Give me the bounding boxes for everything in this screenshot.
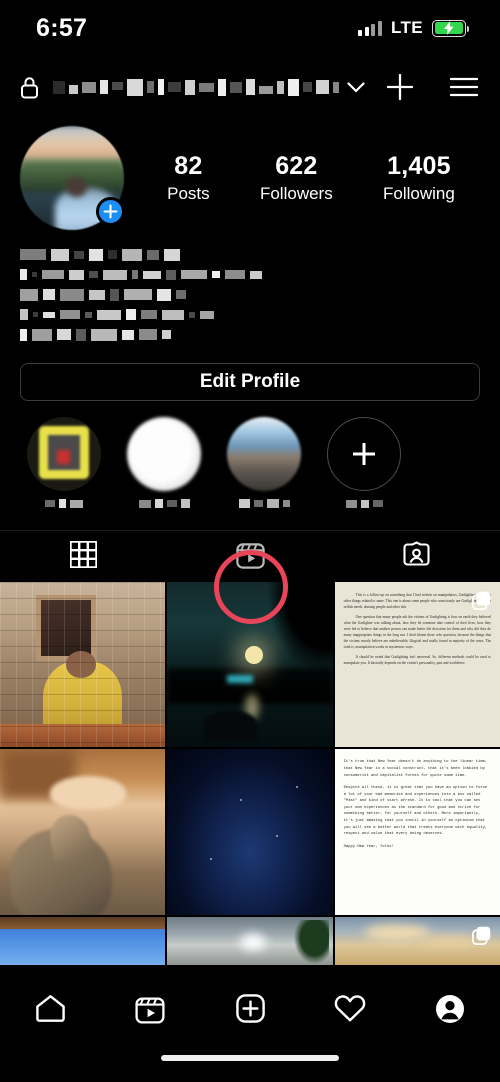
status-bar-clock: 6:57 bbox=[36, 13, 88, 42]
profile-person-icon bbox=[435, 994, 465, 1029]
tagged-tab[interactable] bbox=[333, 531, 500, 582]
private-account-lock-icon bbox=[20, 76, 39, 99]
nav-reels[interactable] bbox=[100, 994, 200, 1029]
highlight-1-cover bbox=[27, 417, 101, 491]
post-text-paragraph: One question that many people ask the vi… bbox=[343, 615, 491, 649]
profile-bio-redacted bbox=[0, 230, 500, 341]
following-count: 1,405 bbox=[387, 152, 451, 181]
highlight-2-label-redacted bbox=[138, 499, 190, 508]
profile-tab-bar bbox=[0, 530, 500, 582]
following-label: Following bbox=[383, 183, 455, 203]
highlight-2-cover bbox=[127, 417, 201, 491]
edit-profile-button[interactable]: Edit Profile bbox=[20, 363, 480, 401]
reels-icon bbox=[235, 540, 265, 574]
stat-followers[interactable]: 622 Followers bbox=[260, 152, 333, 204]
followers-label: Followers bbox=[259, 183, 333, 203]
bio-line bbox=[20, 248, 480, 261]
new-highlight-label-redacted bbox=[345, 499, 383, 508]
profile-avatar[interactable] bbox=[20, 126, 125, 230]
post-sunset-clouds[interactable] bbox=[334, 916, 500, 965]
highlight-1[interactable] bbox=[14, 417, 114, 508]
new-highlight-plus-icon bbox=[327, 417, 401, 491]
carousel-indicator-icon bbox=[472, 926, 491, 950]
add-story-plus-icon[interactable] bbox=[96, 197, 125, 226]
post-moonlit-backwater[interactable] bbox=[167, 582, 333, 748]
profile-summary: 82 Posts 622 Followers 1,405 Following bbox=[0, 118, 500, 230]
highlight-3[interactable] bbox=[214, 417, 314, 508]
post-night-sky[interactable] bbox=[167, 749, 333, 915]
post-new-year-text[interactable]: It's true that New Year doesn't do anyth… bbox=[334, 749, 500, 915]
highlight-3-label-redacted bbox=[238, 499, 290, 508]
bottom-navigation-bar bbox=[0, 975, 500, 1082]
post-blue-sky[interactable] bbox=[0, 916, 166, 965]
post-text-paragraph: Despite all these, it is great that you … bbox=[343, 786, 488, 837]
stat-posts[interactable]: 82 Posts bbox=[167, 152, 210, 204]
grid-tab[interactable] bbox=[0, 531, 167, 582]
home-indicator bbox=[161, 1055, 339, 1061]
home-icon bbox=[35, 994, 66, 1028]
status-bar-indicators: LTE bbox=[358, 18, 470, 38]
grid-icon bbox=[69, 539, 98, 573]
post-sleeping-cat[interactable] bbox=[0, 749, 166, 915]
highlight-2[interactable] bbox=[114, 417, 214, 508]
nav-create[interactable] bbox=[200, 994, 300, 1028]
post-text-paragraph: This is a follow-up on something that I … bbox=[343, 593, 491, 609]
highlight-1-label-redacted bbox=[45, 499, 83, 508]
bio-line bbox=[20, 268, 480, 281]
post-gaslighting-text[interactable]: This is a follow-up on something that I … bbox=[334, 582, 500, 748]
username-redacted[interactable] bbox=[53, 76, 365, 98]
carousel-indicator-icon bbox=[472, 591, 491, 615]
posts-label: Posts bbox=[167, 183, 210, 203]
post-text-paragraph: It's true that New Year doesn't do anyth… bbox=[343, 760, 488, 778]
reels-icon bbox=[135, 994, 165, 1029]
highlight-3-cover bbox=[227, 417, 301, 491]
battery-charging-icon bbox=[432, 19, 470, 37]
profile-header bbox=[0, 56, 500, 118]
posts-grid: This is a follow-up on something that I … bbox=[0, 582, 500, 965]
add-new-post-button[interactable] bbox=[381, 68, 419, 106]
tagged-person-icon bbox=[403, 540, 430, 573]
stat-following[interactable]: 1,405 Following bbox=[383, 152, 455, 204]
posts-count: 82 bbox=[174, 152, 203, 181]
create-plus-icon bbox=[235, 994, 265, 1028]
nav-profile[interactable] bbox=[400, 994, 500, 1029]
heart-icon bbox=[334, 994, 366, 1028]
network-type-label: LTE bbox=[390, 18, 423, 37]
nav-activity[interactable] bbox=[300, 994, 400, 1028]
bio-line bbox=[20, 328, 480, 341]
post-text-paragraph: Happy New Year, folks! bbox=[343, 844, 394, 849]
status-bar: 6:57 LTE bbox=[0, 0, 500, 56]
post-text-paragraph: It should be noted that Gaslighting isn'… bbox=[343, 655, 491, 666]
bio-line bbox=[20, 288, 480, 301]
bio-line bbox=[20, 308, 480, 321]
hamburger-menu-button[interactable] bbox=[445, 71, 483, 103]
reels-tab[interactable] bbox=[167, 531, 334, 582]
cellular-signal-icon bbox=[358, 20, 382, 36]
new-highlight[interactable] bbox=[314, 417, 414, 508]
chevron-down-icon[interactable] bbox=[347, 81, 365, 93]
post-cloudy-sky-tree[interactable] bbox=[167, 916, 333, 965]
profile-stats: 82 Posts 622 Followers 1,405 Following bbox=[124, 152, 480, 204]
story-highlights bbox=[0, 401, 500, 508]
followers-count: 622 bbox=[275, 152, 318, 181]
nav-home[interactable] bbox=[0, 994, 100, 1028]
instagram-profile-screen: 6:57 LTE 82 Posts 622 Followers 1,405 Fo… bbox=[0, 0, 500, 1082]
post-person-portrait[interactable] bbox=[0, 582, 166, 748]
